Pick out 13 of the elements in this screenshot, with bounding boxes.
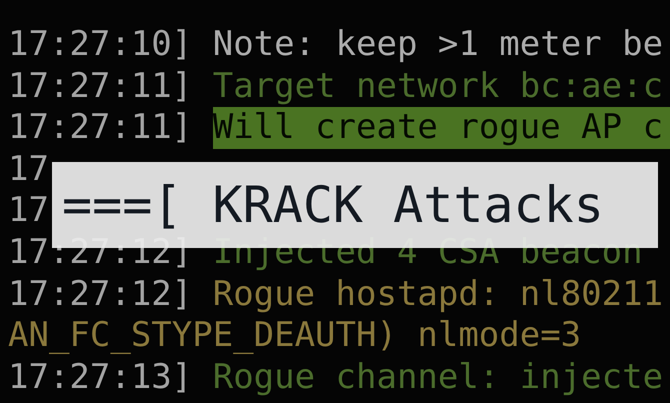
timestamp: 17:27:11] <box>8 66 192 106</box>
log-message: Rogue hostapd: nl80211 <box>212 274 664 314</box>
timestamp: 17:27:13] <box>8 356 192 397</box>
timestamp: 17:27:11] <box>8 107 192 148</box>
timestamp: 17 <box>8 148 49 189</box>
log-message: Rogue channel: injecte <box>212 356 664 397</box>
title-banner: ===[ KRACK Attacks <box>52 162 658 248</box>
timestamp: 17:27:12] <box>8 274 192 314</box>
timestamp: 17 <box>8 190 49 230</box>
log-message: Target network bc:ae:c <box>212 66 664 106</box>
log-message: AN_FC_STYPE_DEAUTH) nlmode=3 <box>8 315 582 356</box>
timestamp: 17:27:10] <box>8 24 192 64</box>
log-message: Note: keep >1 meter be <box>212 24 664 64</box>
